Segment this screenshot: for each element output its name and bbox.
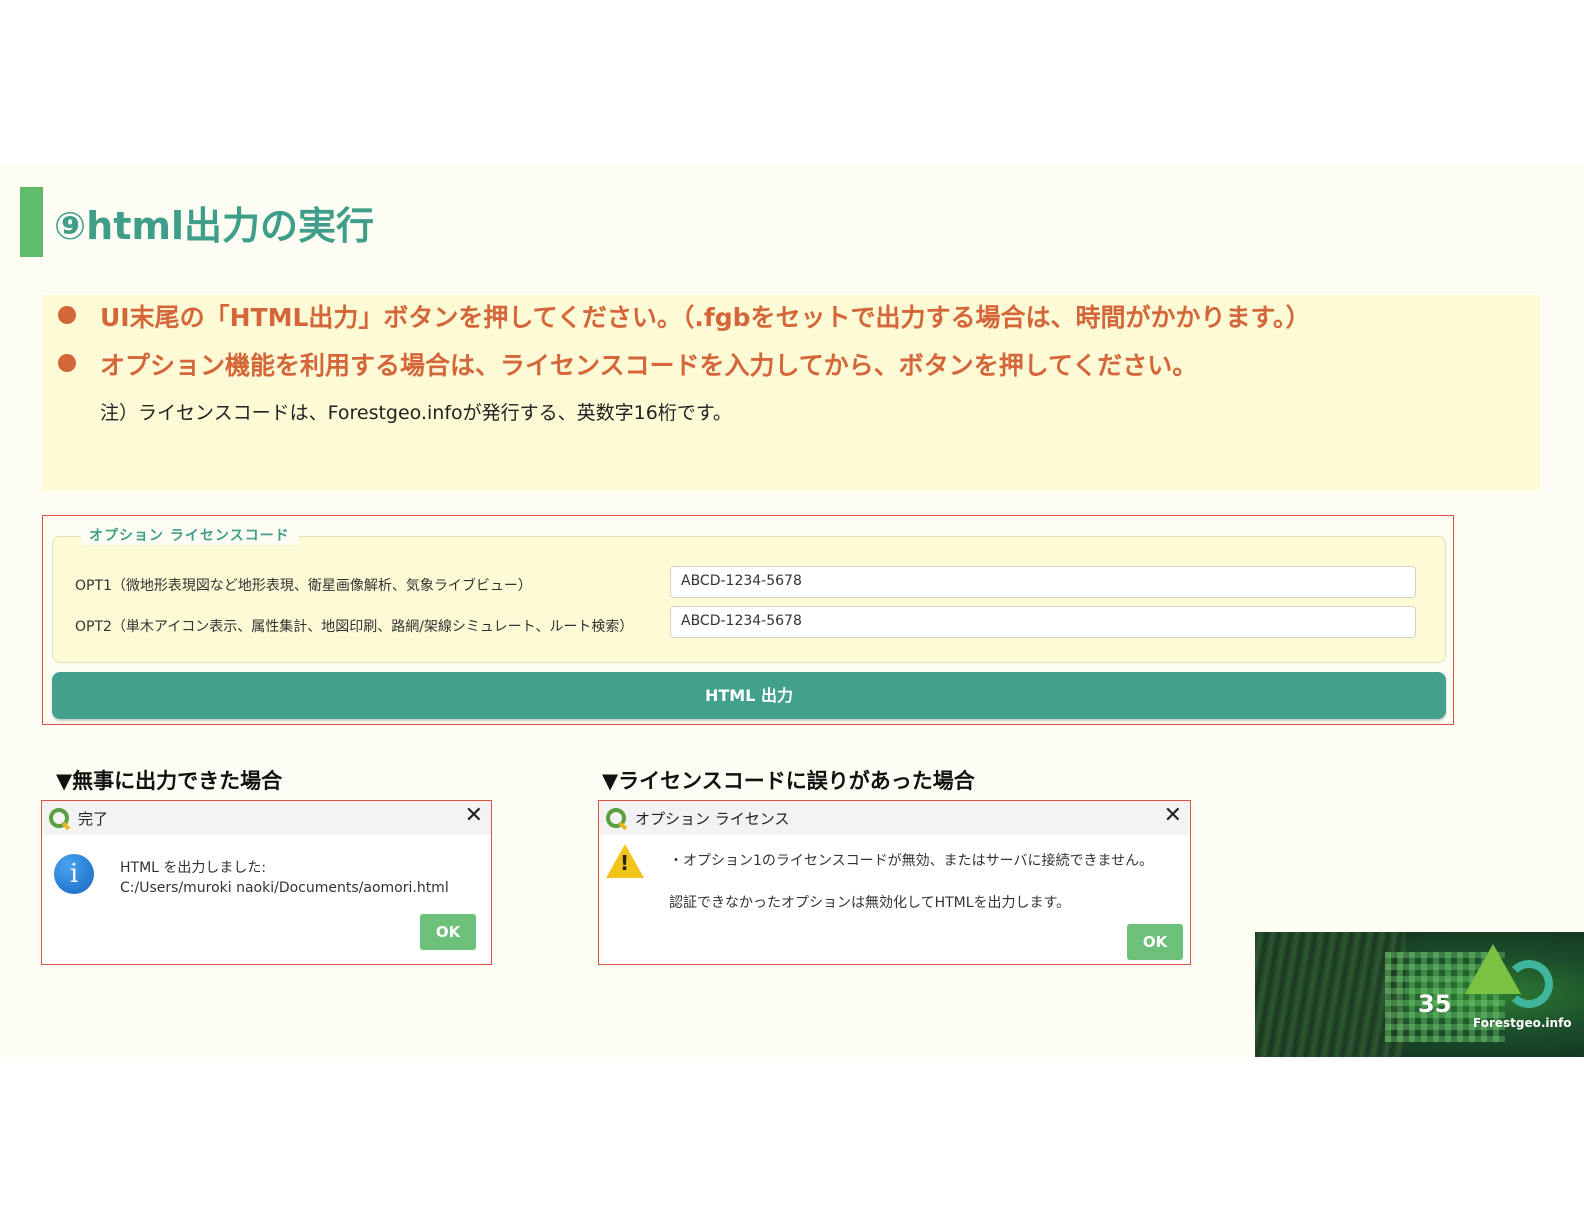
qgis-icon xyxy=(606,808,626,828)
dialog-title: 完了 xyxy=(78,810,109,828)
error-heading: ▼ライセンスコードに誤りがあった場合 xyxy=(602,769,975,793)
d-logo-icon xyxy=(1505,960,1553,1008)
success-dialog: 完了 ✕ i HTML を出力しました: C:/Users/muroki nao… xyxy=(41,800,492,965)
close-icon[interactable]: ✕ xyxy=(1164,803,1182,828)
html-export-button[interactable]: HTML 出力 xyxy=(52,672,1446,719)
opt2-label: OPT2（単木アイコン表示、属性集計、地図印刷、路網/架線シミュレート、ルート検… xyxy=(75,619,634,635)
error-dialog: オプション ライセンス ✕ ! ・オプション1のライセンスコードが無効、またはサ… xyxy=(598,800,1191,965)
dialog-title: オプション ライセンス xyxy=(635,810,790,828)
license-fieldset: オプション ライセンスコード OPT1（微地形表現図など地形表現、衛星画像解析、… xyxy=(52,525,1446,663)
bullet-dot xyxy=(58,354,76,372)
info-icon: i xyxy=(54,854,94,894)
ok-button[interactable]: OK xyxy=(1127,924,1183,960)
qgis-icon xyxy=(49,808,69,828)
license-panel: オプション ライセンスコード OPT1（微地形表現図など地形表現、衛星画像解析、… xyxy=(42,515,1454,725)
close-icon[interactable]: ✕ xyxy=(465,803,483,828)
bullet-1-text: UI末尾の「HTML出力」ボタンを押してください。（.fgbをセットで出力する場… xyxy=(100,303,1311,332)
title-accent-bar xyxy=(20,187,43,257)
slide: ⑨html出力の実行 UI末尾の「HTML出力」ボタンを押してください。（.fg… xyxy=(0,165,1584,1057)
error-detail: 認証できなかったオプションは無効化してHTMLを出力します。 xyxy=(669,895,1071,911)
fieldset-legend: オプション ライセンスコード xyxy=(81,525,298,545)
error-message: ・オプション1のライセンスコードが無効、またはサーバに接続できません。 xyxy=(669,853,1154,869)
bullet-1: UI末尾の「HTML出力」ボタンを押してください。（.fgbをセットで出力する場… xyxy=(58,298,1311,334)
dialog-titlebar: オプション ライセンス ✕ xyxy=(599,801,1190,835)
opt2-license-input[interactable]: ABCD-1234-5678 xyxy=(670,606,1416,638)
brand-name: Forestgeo.info xyxy=(1473,1016,1572,1030)
dialog-titlebar: 完了 ✕ xyxy=(42,801,491,835)
opt1-label: OPT1（微地形表現図など地形表現、衛星画像解析、気象ライブビュー） xyxy=(75,578,532,594)
success-message: HTML を出力しました: xyxy=(120,860,267,876)
bullet-2-text: オプション機能を利用する場合は、ライセンスコードを入力してから、ボタンを押してく… xyxy=(100,351,1198,380)
success-path: C:/Users/muroki naoki/Documents/aomori.h… xyxy=(120,880,449,896)
ok-button[interactable]: OK xyxy=(420,914,476,950)
success-heading: ▼無事に出力できた場合 xyxy=(56,769,283,793)
brand-logo-panel: 35 Forestgeo.info xyxy=(1255,932,1584,1057)
warning-mark: ! xyxy=(620,851,630,875)
opt1-license-input[interactable]: ABCD-1234-5678 xyxy=(670,566,1416,598)
license-note: 注）ライセンスコードは、Forestgeo.infoが発行する、英数字16桁です… xyxy=(100,402,732,424)
page-title: ⑨html出力の実行 xyxy=(54,204,375,248)
forest-image xyxy=(1255,932,1405,1057)
bullet-dot xyxy=(58,306,76,324)
page-number: 35 xyxy=(1418,990,1452,1018)
bullet-2: オプション機能を利用する場合は、ライセンスコードを入力してから、ボタンを押してく… xyxy=(58,346,1197,382)
